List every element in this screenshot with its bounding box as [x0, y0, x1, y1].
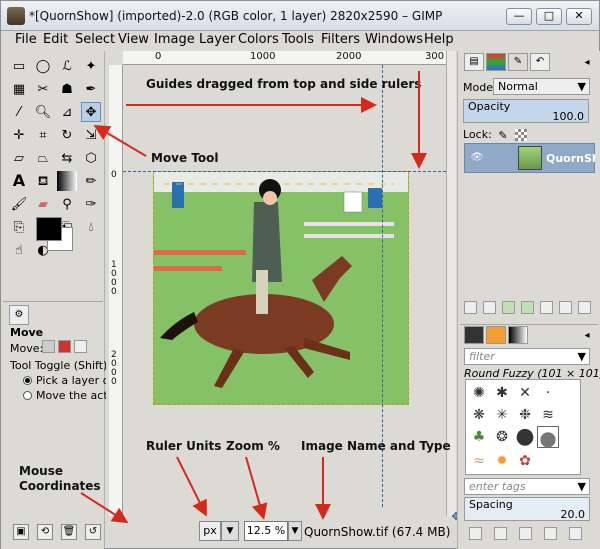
gimp-window: *[QuornShow] (imported)-2.0 (RGB color, … [0, 0, 600, 549]
ruler-units-arrow [176, 456, 207, 517]
zoom-arrow [245, 456, 268, 520]
mouse-coords-arrow [80, 492, 129, 524]
annotation-arrows [80, 71, 427, 524]
move-tool-arrow [93, 124, 147, 157]
